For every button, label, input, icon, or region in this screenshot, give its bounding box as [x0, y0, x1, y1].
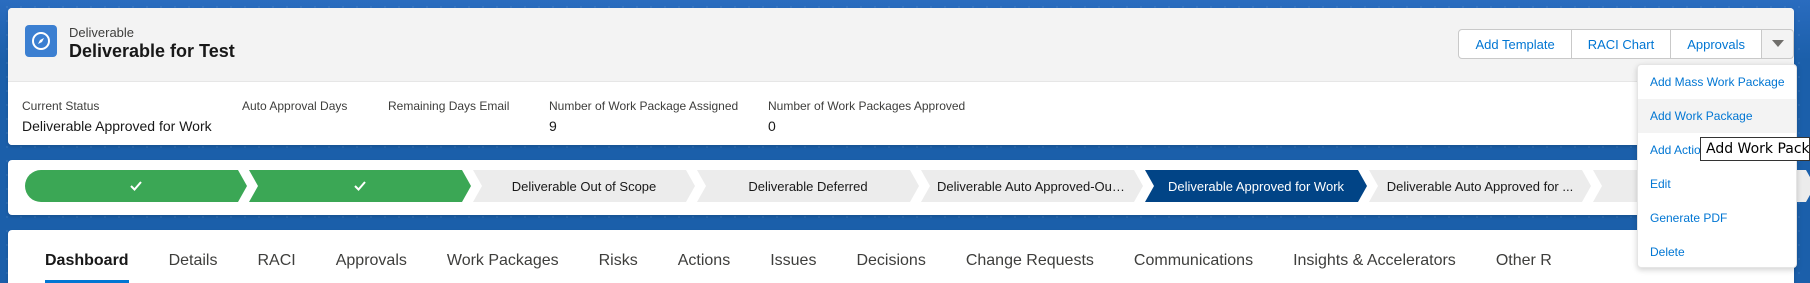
path-step[interactable]: Deliverable Auto Approved-Out ...	[921, 170, 1143, 202]
path-step[interactable]	[25, 170, 247, 202]
tab-work-packages[interactable]: Work Packages	[427, 230, 579, 283]
tooltip: Add Work Pack	[1700, 137, 1810, 161]
field-work-packages-assigned: Number of Work Package Assigned 9	[549, 99, 738, 134]
field-label: Remaining Days Email	[388, 99, 510, 113]
field-work-packages-approved: Number of Work Packages Approved 0	[768, 99, 965, 134]
tab-approvals[interactable]: Approvals	[316, 230, 427, 283]
tab-risks[interactable]: Risks	[579, 230, 658, 283]
path-step[interactable]: Deliverable Auto Approved for ...	[1369, 170, 1591, 202]
path-step[interactable]: Deliverable Approved for Work	[1145, 170, 1367, 202]
check-icon	[353, 180, 367, 192]
field-value: 9	[549, 118, 557, 134]
approvals-button[interactable]: Approvals	[1671, 29, 1762, 59]
path-step-label: Deliverable Deferred	[748, 178, 868, 194]
record-tabs: Dashboard Details RACI Approvals Work Packag…	[8, 230, 1794, 283]
path-step-label: Deliverable Out of Scope	[511, 178, 657, 194]
tab-actions[interactable]: Actions	[658, 230, 750, 283]
tab-change-requests[interactable]: Change Requests	[946, 230, 1114, 283]
more-actions-menu: Add Mass Work Package Add Work Package A…	[1637, 64, 1797, 268]
field-label: Auto Approval Days	[242, 99, 348, 113]
field-current-status: Current Status Deliverable Approved for …	[22, 99, 212, 134]
path-step[interactable]: Deliverable Out of Scope	[473, 170, 695, 202]
tab-dashboard[interactable]: Dashboard	[25, 230, 149, 283]
record-header: Deliverable Deliverable for Test Add Tem…	[8, 8, 1794, 145]
raci-chart-button[interactable]: RACI Chart	[1571, 29, 1672, 59]
field-remaining-days-email: Remaining Days Email	[388, 99, 509, 118]
chevron-down-icon	[1771, 40, 1784, 47]
record-header-top: Deliverable Deliverable for Test Add Tem…	[8, 8, 1794, 82]
menu-item-generate-pdf[interactable]: Generate PDF	[1638, 201, 1796, 235]
field-auto-approval-days: Auto Approval Days	[242, 99, 347, 118]
record-title: Deliverable for Test	[69, 41, 235, 61]
field-label: Current Status	[22, 99, 100, 113]
tab-details[interactable]: Details	[149, 230, 238, 283]
path-bar: Deliverable Out of Scope Deliverable Defe…	[25, 170, 1810, 202]
tab-raci[interactable]: RACI	[237, 230, 315, 283]
more-actions-button[interactable]	[1762, 29, 1794, 59]
add-template-button[interactable]: Add Template	[1458, 29, 1572, 59]
tab-insights-accelerators[interactable]: Insights & Accelerators	[1273, 230, 1476, 283]
tab-communications[interactable]: Communications	[1114, 230, 1273, 283]
check-icon	[129, 180, 143, 192]
header-button-group: Add Template RACI Chart Approvals	[1458, 29, 1794, 59]
field-label: Number of Work Packages Approved	[768, 99, 966, 113]
path-step-label: Deliverable Auto Approved-Out ...	[937, 178, 1127, 194]
path-step[interactable]	[249, 170, 471, 202]
path-step[interactable]: Deliverable Deferred	[697, 170, 919, 202]
tab-issues[interactable]: Issues	[750, 230, 836, 283]
field-label: Number of Work Package Assigned	[549, 99, 739, 113]
menu-item-add-mass-work-package[interactable]: Add Mass Work Package	[1638, 65, 1796, 99]
object-type-label: Deliverable	[69, 25, 135, 40]
compass-icon	[25, 25, 57, 57]
highlights-panel: Current Status Deliverable Approved for …	[8, 82, 1794, 145]
menu-item-delete[interactable]: Delete	[1638, 235, 1796, 269]
tab-decisions[interactable]: Decisions	[836, 230, 945, 283]
menu-item-edit[interactable]: Edit	[1638, 167, 1796, 201]
field-value: 0	[768, 118, 776, 134]
field-value: Deliverable Approved for Work	[22, 118, 212, 134]
path-step-label: Deliverable Approved for Work	[1167, 178, 1345, 194]
status-path: Deliverable Out of Scope Deliverable Defe…	[8, 160, 1794, 215]
tab-other-r[interactable]: Other R	[1476, 230, 1572, 283]
tab-bar: Dashboard Details RACI Approvals Work Packag…	[25, 230, 1572, 283]
menu-item-add-work-package[interactable]: Add Work Package	[1638, 99, 1796, 133]
path-step-label: Deliverable Auto Approved for ...	[1386, 178, 1574, 194]
